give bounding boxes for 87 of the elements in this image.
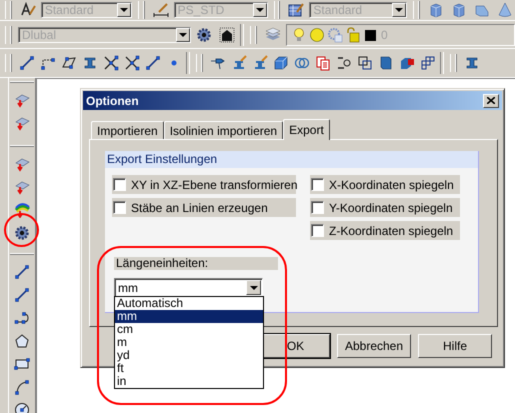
node-cross-icon[interactable] xyxy=(124,55,140,71)
toolbar-grip[interactable] xyxy=(138,1,145,19)
close-button[interactable] xyxy=(483,94,499,108)
rectangle-icon[interactable] xyxy=(14,356,30,372)
beam-section-icon[interactable] xyxy=(82,55,98,71)
tab[interactable]: Isolinien importieren xyxy=(164,121,284,139)
box-icon[interactable] xyxy=(428,2,444,18)
settings-icon[interactable] xyxy=(14,225,30,241)
list-option[interactable]: mm xyxy=(115,310,263,323)
freeze-icon xyxy=(327,26,343,42)
checkbox-option[interactable]: Z-Koordinaten spiegeln xyxy=(310,221,460,240)
polygon-icon[interactable] xyxy=(61,55,77,71)
line-icon[interactable] xyxy=(19,55,35,71)
toolbar-grip[interactable] xyxy=(5,54,12,72)
checkbox-option[interactable]: Stäbe an Linien erzeugen xyxy=(112,198,296,217)
beam-section-icon[interactable] xyxy=(464,55,480,71)
toolbar-grip[interactable] xyxy=(413,1,420,19)
beam-pencil-icon[interactable] xyxy=(231,55,247,71)
group-title: Export Einstellungen xyxy=(105,151,478,168)
caret-icon xyxy=(120,8,128,12)
tab[interactable]: Export xyxy=(283,119,330,140)
highlight-ring xyxy=(4,213,39,247)
list-option[interactable]: ft xyxy=(115,362,263,375)
units-label: Längeneinheiten: xyxy=(114,257,278,270)
list-option[interactable]: yd xyxy=(115,349,263,362)
cube-icon[interactable] xyxy=(273,55,289,71)
pentagon-icon[interactable] xyxy=(14,333,30,349)
lock-icon xyxy=(345,26,361,42)
cube-icon[interactable] xyxy=(399,55,415,71)
list-option[interactable]: m xyxy=(115,336,263,349)
caret-icon xyxy=(256,8,264,12)
toolbar-grip[interactable] xyxy=(196,54,203,72)
dialog-button[interactable]: Hilfe xyxy=(418,334,492,358)
line-icon[interactable] xyxy=(14,264,30,280)
checkbox-option[interactable]: Y-Koordinaten spiegeln xyxy=(310,198,460,217)
caret-icon xyxy=(395,8,404,12)
checkbox[interactable] xyxy=(311,201,324,214)
window-title: Optionen xyxy=(86,94,139,108)
table-style-icon[interactable] xyxy=(288,2,304,18)
arc-line-icon[interactable] xyxy=(14,310,30,326)
box-icon[interactable] xyxy=(450,2,467,18)
book-icon[interactable] xyxy=(378,55,394,71)
surface-load-icon[interactable] xyxy=(14,92,30,108)
node-cross-icon[interactable] xyxy=(103,55,119,71)
beam-pencil-icon[interactable] xyxy=(252,55,268,71)
caret-icon xyxy=(250,286,258,290)
settings-icon[interactable] xyxy=(196,26,212,42)
toolbar-grip[interactable] xyxy=(5,26,12,44)
squares-icon[interactable] xyxy=(357,55,373,71)
list-option[interactable]: in xyxy=(115,375,263,388)
checkbox-option[interactable]: XY in XZ-Ebene transformieren xyxy=(112,175,296,194)
house-icon[interactable] xyxy=(219,26,235,42)
list-option[interactable]: Automatisch xyxy=(115,297,263,310)
colored-surface-icon[interactable] xyxy=(14,202,30,218)
text-style-icon[interactable] xyxy=(20,2,36,18)
documents-icon[interactable] xyxy=(315,55,331,71)
dialog-button[interactable]: Abbrechen xyxy=(337,334,411,358)
toolbar-grip[interactable] xyxy=(250,26,257,44)
dimension-style-icon[interactable] xyxy=(152,2,169,18)
grid-icon[interactable] xyxy=(420,55,436,71)
checkbox[interactable] xyxy=(311,178,324,191)
checkbox[interactable] xyxy=(113,201,126,214)
polyline-icon[interactable] xyxy=(40,55,56,71)
numbering-icon[interactable] xyxy=(336,55,352,71)
checkbox-option[interactable]: X-Koordinaten spiegeln xyxy=(310,175,460,194)
dialog-button[interactable]: OK xyxy=(261,334,330,358)
surface-load-icon[interactable] xyxy=(14,156,30,172)
bulb-icon xyxy=(291,26,307,42)
toolbar-grip[interactable] xyxy=(450,54,457,72)
toolbar-grip[interactable] xyxy=(5,1,12,19)
surface-load-icon[interactable] xyxy=(14,115,30,131)
line-icon[interactable] xyxy=(145,55,161,71)
cone-icon[interactable] xyxy=(496,2,513,18)
units-dropdown[interactable]: mm xyxy=(114,278,263,297)
caret-icon xyxy=(179,32,187,36)
surface-load-icon[interactable] xyxy=(14,179,30,195)
checkbox[interactable] xyxy=(311,224,324,237)
close-icon xyxy=(487,97,495,104)
checkbox[interactable] xyxy=(113,178,126,191)
arc-icon[interactable] xyxy=(14,379,30,395)
line-icon[interactable] xyxy=(14,287,30,303)
tab[interactable]: Importieren xyxy=(91,121,164,139)
toolbar-grip[interactable] xyxy=(274,1,280,19)
rings-icon[interactable] xyxy=(294,55,310,71)
sun-icon xyxy=(309,26,325,42)
list-option[interactable]: cm xyxy=(115,323,263,336)
layers-icon[interactable] xyxy=(265,26,281,42)
